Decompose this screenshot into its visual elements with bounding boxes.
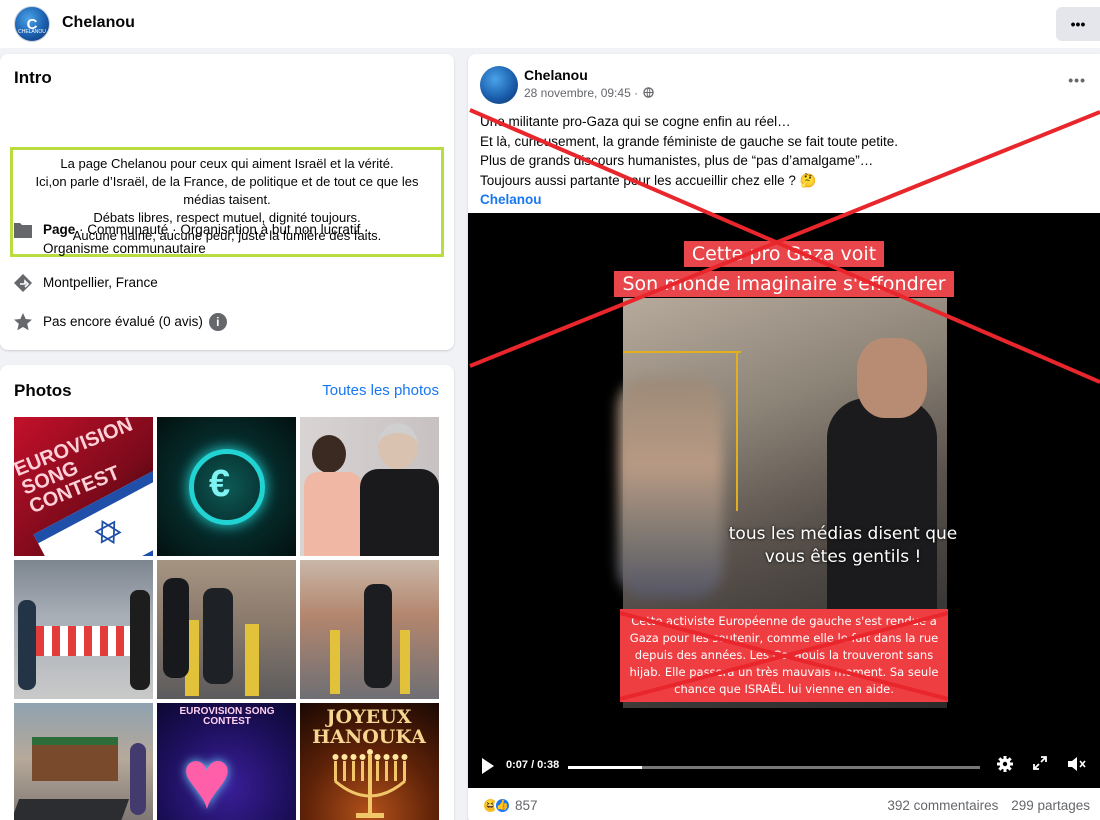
person-woman-dress (304, 472, 362, 556)
fullscreen-icon[interactable] (1032, 755, 1048, 776)
like-reaction-icon: 👍 (494, 797, 511, 814)
info-icon[interactable]: i (208, 313, 227, 332)
comments-count[interactable]: 392 commentaires (887, 798, 998, 813)
progress-track[interactable] (568, 766, 980, 769)
post-line: Plus de grands discours humanistes, plus… (480, 153, 874, 168)
photo-tile[interactable] (300, 560, 439, 699)
progress-fill (568, 766, 643, 769)
location-text[interactable]: Montpellier, France (43, 273, 403, 292)
post-author-avatar[interactable] (480, 66, 518, 104)
barrier (36, 626, 136, 656)
bollard (400, 630, 410, 694)
officer (364, 584, 392, 688)
video-controls: 0:07 / 0:38 (468, 746, 1100, 788)
post-card: Chelanou 28 novembre, 09:45 · ••• Une mi… (468, 54, 1100, 820)
photo-tile[interactable]: EUROVISION SONG CONTEST ✡ (14, 417, 153, 556)
photo-caption: JOYEUX HANOUKA (312, 706, 426, 748)
photos-title: Photos (14, 381, 72, 400)
intro-card: Intro La page Chelanou pour ceux qui aim… (0, 54, 454, 350)
heart-icon: ♥ (182, 732, 232, 820)
person-man-suit (360, 469, 439, 556)
reactions-summary[interactable]: 😆 👍 857 (482, 797, 538, 814)
face-frame-top (623, 351, 741, 353)
video-subtitle: tous les médias disent que vous êtes gen… (728, 524, 958, 567)
video-title-text: Cette pro Gaza voit (683, 241, 885, 267)
shares-count[interactable]: 299 partages (1011, 798, 1090, 813)
video-time: 0:07 / 0:38 (506, 759, 560, 771)
more-options-button[interactable]: ••• (1056, 7, 1100, 41)
page-name[interactable]: Chelanou (62, 14, 135, 32)
post-text: Une militante pro-Gaza qui se cogne enfi… (480, 112, 1090, 210)
red-box-cross (620, 611, 948, 701)
post-more-button[interactable]: ••• (1068, 72, 1086, 88)
photo-tile[interactable] (157, 560, 296, 699)
post-author-name[interactable]: Chelanou (524, 67, 588, 83)
bio-line: Ici,on parle d’Israël, de la France, de … (35, 174, 419, 207)
officer (163, 578, 189, 678)
photo-tile[interactable]: € (157, 417, 296, 556)
person-man (378, 423, 418, 469)
page-avatar[interactable]: C CHELANOU (14, 6, 50, 42)
logo-text: CHELANOU (18, 29, 46, 35)
bollard (245, 624, 259, 696)
photo-grid: EUROVISION SONG CONTEST ✡ € EUROVISION S… (14, 417, 439, 820)
photos-card: Photos Toutes les photos EUROVISION SONG… (0, 365, 454, 820)
location-icon (12, 273, 34, 293)
page-flag-icon (12, 220, 34, 240)
photo-tile[interactable] (14, 560, 153, 699)
barrier-block (14, 799, 130, 820)
page-logo: C (26, 15, 38, 33)
officer (203, 588, 233, 684)
pedestrian (130, 590, 150, 690)
category-bold: Page (43, 222, 76, 237)
category-text: · Communauté · Organisation à but non lu… (43, 222, 369, 256)
category-row: Page · Communauté · Organisation à but n… (12, 220, 403, 258)
pedestrian (18, 600, 36, 690)
pedestrian (130, 743, 146, 815)
intro-title: Intro (14, 68, 52, 87)
menorah-icon (330, 749, 410, 819)
settings-icon[interactable] (996, 755, 1014, 778)
bollard (330, 630, 340, 694)
location-row: Montpellier, France (12, 273, 403, 293)
euro-icon: € (209, 463, 231, 505)
star-icon (12, 312, 34, 332)
photo-tile[interactable]: JOYEUX HANOUKA (300, 703, 439, 820)
photo-tile[interactable]: EUROVISION SONG CONTEST ♥ (157, 703, 296, 820)
post-timestamp[interactable]: 28 novembre, 09:45 · (524, 86, 655, 100)
post-timestamp-text: 28 novembre, 09:45 · (524, 86, 639, 100)
play-icon[interactable] (482, 758, 494, 774)
person-woman (312, 435, 346, 473)
see-all-photos-link[interactable]: Toutes les photos (322, 382, 439, 399)
face-frame-side (736, 351, 742, 511)
post-stats: 392 commentaires 299 partages (887, 798, 1090, 813)
post-line: Et là, curieusement, la grande féministe… (480, 133, 898, 149)
market-stall (32, 737, 118, 781)
rating-text: Pas encore évalué (0 avis) (43, 314, 203, 329)
photo-tile[interactable] (14, 703, 153, 820)
video-title-line2: Son monde imaginaire s'effondrer (468, 271, 1100, 297)
video-title-text: Son monde imaginaire s'effondrer (614, 271, 954, 297)
mute-icon[interactable] (1066, 755, 1086, 778)
person-head (857, 338, 927, 418)
reactions-count: 857 (515, 798, 538, 813)
post-line: Toujours aussi partante pour les accueil… (480, 172, 817, 188)
video-player[interactable]: Cette pro Gaza voit Son monde imaginaire… (468, 213, 1100, 788)
video-title-line1: Cette pro Gaza voit (468, 241, 1100, 267)
post-page-tag[interactable]: Chelanou (480, 190, 1090, 210)
rating-row: Pas encore évalué (0 avis) i (12, 312, 403, 332)
post-line: Une militante pro-Gaza qui se cogne enfi… (480, 114, 791, 129)
top-bar: C CHELANOU Chelanou ••• (0, 0, 1100, 48)
bio-line: La page Chelanou pour ceux qui aiment Is… (60, 156, 394, 171)
globe-icon (643, 87, 655, 98)
star-of-david-icon: ✡ (85, 507, 132, 556)
photo-tile[interactable] (300, 417, 439, 556)
photo-caption: EUROVISION SONG CONTEST (179, 706, 275, 727)
